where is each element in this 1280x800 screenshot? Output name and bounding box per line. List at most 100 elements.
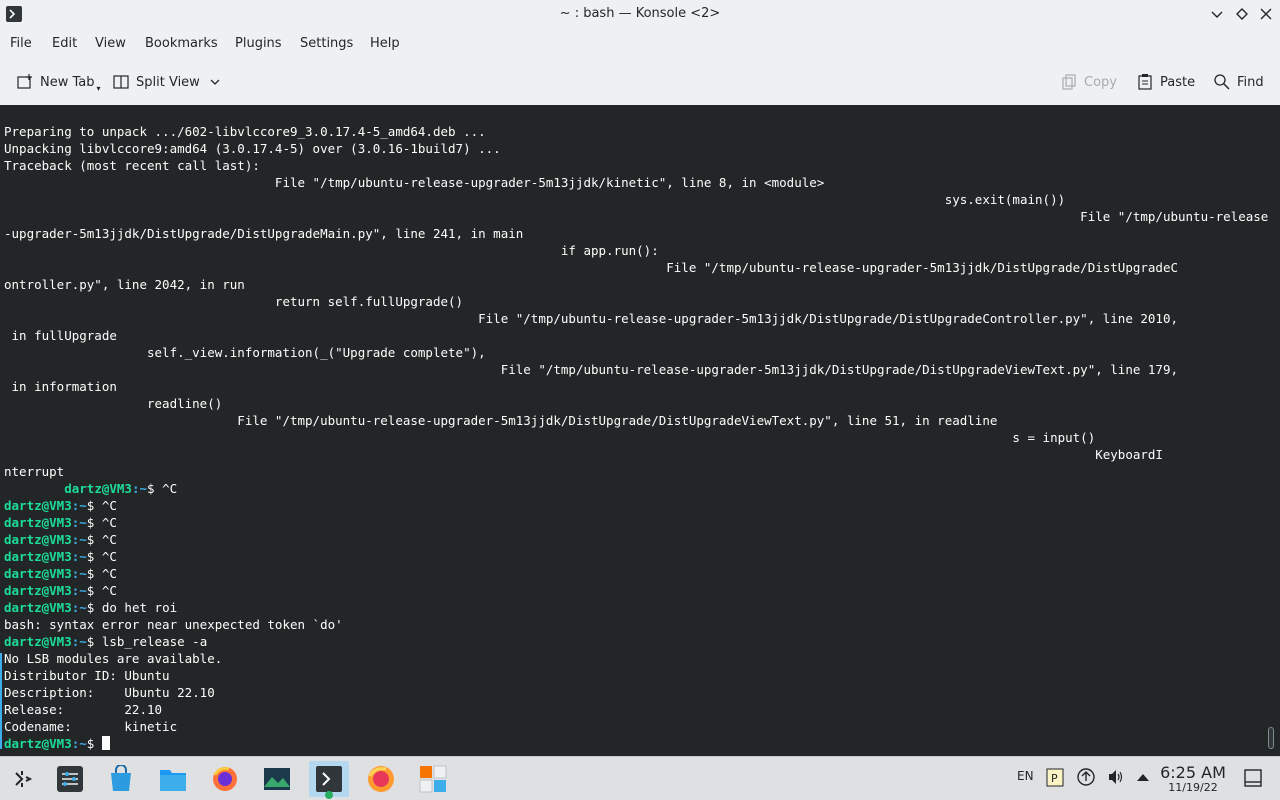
command-text: ^C <box>101 583 117 598</box>
terminal-view[interactable]: Preparing to unpack .../602-libvlccore9_… <box>0 105 1280 756</box>
terminal-line: File "/tmp/ubuntu-release-upgrader-5m13j… <box>4 311 1178 326</box>
menu-settings[interactable]: Settings <box>300 36 353 51</box>
minimize-button[interactable] <box>1207 4 1227 24</box>
terminal-output: Preparing to unpack .../602-libvlccore9_… <box>4 123 1268 752</box>
new-tab-icon <box>17 74 32 89</box>
file-manager-icon[interactable] <box>153 761 193 797</box>
taskbar: EN P 6:25 AM 11/19/22 <box>0 756 1280 800</box>
new-tab-dropdown-icon[interactable]: ▾ <box>97 84 101 93</box>
selection-marker <box>0 653 2 749</box>
menu-edit[interactable]: Edit <box>52 36 77 51</box>
show-desktop-icon[interactable] <box>1244 769 1262 790</box>
prompt-path: :~ <box>71 634 87 649</box>
prompt-user: dartz@VM3 <box>4 515 72 530</box>
prompt-user: dartz@VM3 <box>4 498 72 513</box>
prompt-user: dartz@VM3 <box>4 532 72 547</box>
running-indicator-icon <box>325 791 333 799</box>
terminal-line: ontroller.py", line 2042, in run <box>4 277 245 292</box>
menu-help[interactable]: Help <box>370 36 400 51</box>
menu-file[interactable]: File <box>10 36 32 51</box>
split-view-button[interactable]: Split View <box>112 70 226 94</box>
firefox-alt-icon[interactable] <box>361 761 401 797</box>
copy-label: Copy <box>1084 74 1117 90</box>
chevron-down-icon[interactable] <box>210 77 220 87</box>
prompt-path: :~ <box>71 498 87 513</box>
paste-button[interactable]: Paste <box>1136 70 1195 94</box>
prompt-line: dartz@VM3:~$ lsb_release -a <box>4 633 1268 650</box>
clipboard-icon[interactable]: P <box>1046 767 1064 790</box>
find-label: Find <box>1237 74 1264 90</box>
terminal-scrollbar[interactable] <box>1268 727 1274 749</box>
menu-plugins[interactable]: Plugins <box>235 36 282 51</box>
terminal-line: File "/tmp/ubuntu-release-upgrader-5m13j… <box>4 413 998 428</box>
title-bar: ~ : bash — Konsole <2> <box>0 0 1280 30</box>
command-text: do het roi <box>101 600 178 615</box>
terminal-line: File "/tmp/ubuntu-release-upgrader-5m13j… <box>4 175 825 190</box>
prompt-symbol: $ <box>147 481 163 496</box>
terminal-line: File "/tmp/ubuntu-release-upgrader-5m13j… <box>4 362 1178 377</box>
updates-icon[interactable] <box>1076 767 1096 790</box>
terminal-line: Traceback (most recent call last): <box>4 158 260 173</box>
prompt-path: :~ <box>71 532 87 547</box>
prompt-line: dartz@VM3:~$ <box>4 735 1268 752</box>
image-viewer-icon[interactable] <box>257 761 297 797</box>
close-button[interactable] <box>1256 4 1276 24</box>
new-tab-button[interactable]: New Tab ▾ <box>16 70 101 94</box>
command-text: ^C <box>101 566 117 581</box>
clock-time[interactable]: 6:25 AM <box>1160 763 1226 782</box>
prompt-path: :~ <box>71 600 87 615</box>
volume-icon[interactable] <box>1106 767 1126 790</box>
maximize-button[interactable] <box>1232 4 1252 24</box>
prompt-user: dartz@VM3 <box>4 566 72 581</box>
menu-bookmarks[interactable]: Bookmarks <box>145 36 218 51</box>
command-text: ^C <box>101 549 117 564</box>
application-launcher-icon[interactable] <box>2 761 42 797</box>
prompt-user: dartz@VM3 <box>4 600 72 615</box>
window-title: ~ : bash — Konsole <2> <box>559 6 721 21</box>
prompt-symbol: $ <box>86 549 102 564</box>
new-tab-label: New Tab <box>40 74 95 90</box>
prompt-symbol: $ <box>86 634 102 649</box>
prompt-line: dartz@VM3:~$ ^C <box>4 480 1268 497</box>
split-view-icon <box>113 75 129 89</box>
terminal-line: File "/tmp/ubuntu-release <box>4 209 1269 224</box>
menu-bar: File Edit View Bookmarks Plugins Setting… <box>0 30 1280 58</box>
paste-icon <box>1138 74 1152 90</box>
split-view-label: Split View <box>136 74 200 90</box>
prompt-user: dartz@VM3 <box>4 634 72 649</box>
prompt-path: :~ <box>71 549 87 564</box>
copy-button[interactable]: Copy <box>1060 70 1117 94</box>
prompt-user: dartz@VM3 <box>4 736 72 751</box>
prompt-path: :~ <box>71 583 87 598</box>
command-text: ^C <box>101 498 117 513</box>
terminal-line: Unpacking libvlccore9:amd64 (3.0.17.4-5)… <box>4 141 501 156</box>
prompt-line: dartz@VM3:~$ ^C <box>4 531 1268 548</box>
output-line: No LSB modules are available. <box>4 651 223 666</box>
output-line: Codename: kinetic <box>4 719 178 734</box>
firefox-icon[interactable] <box>205 761 245 797</box>
terminal-cursor <box>101 736 110 750</box>
calculator-icon[interactable] <box>413 761 453 797</box>
command-text: lsb_release -a <box>101 634 208 649</box>
terminal-line: File "/tmp/ubuntu-release-upgrader-5m13j… <box>4 260 1178 275</box>
keyboard-layout-indicator[interactable]: EN <box>1017 769 1034 783</box>
terminal-line: if app.run(): <box>4 243 659 258</box>
prompt-path: :~ <box>71 736 87 751</box>
discover-store-icon[interactable] <box>101 761 141 797</box>
find-button[interactable]: Find <box>1213 70 1264 94</box>
prompt-user: dartz@VM3 <box>4 583 72 598</box>
terminal-line: readline() <box>4 396 223 411</box>
konsole-icon[interactable] <box>309 761 349 799</box>
svg-text:P: P <box>1051 772 1058 785</box>
terminal-line: return self.fullUpgrade() <box>4 294 464 309</box>
output-line: Description: Ubuntu 22.10 <box>4 685 215 700</box>
tray-expand-icon[interactable] <box>1136 771 1150 785</box>
command-text: ^C <box>162 481 178 496</box>
clock-date[interactable]: 11/19/22 <box>1160 781 1226 794</box>
menu-view[interactable]: View <box>95 36 126 51</box>
output-line: bash: syntax error near unexpected token… <box>4 617 343 632</box>
command-text: ^C <box>101 515 117 530</box>
terminal-line: s = input() <box>4 430 1096 445</box>
prompt-symbol: $ <box>86 566 102 581</box>
system-settings-icon[interactable] <box>50 761 90 797</box>
